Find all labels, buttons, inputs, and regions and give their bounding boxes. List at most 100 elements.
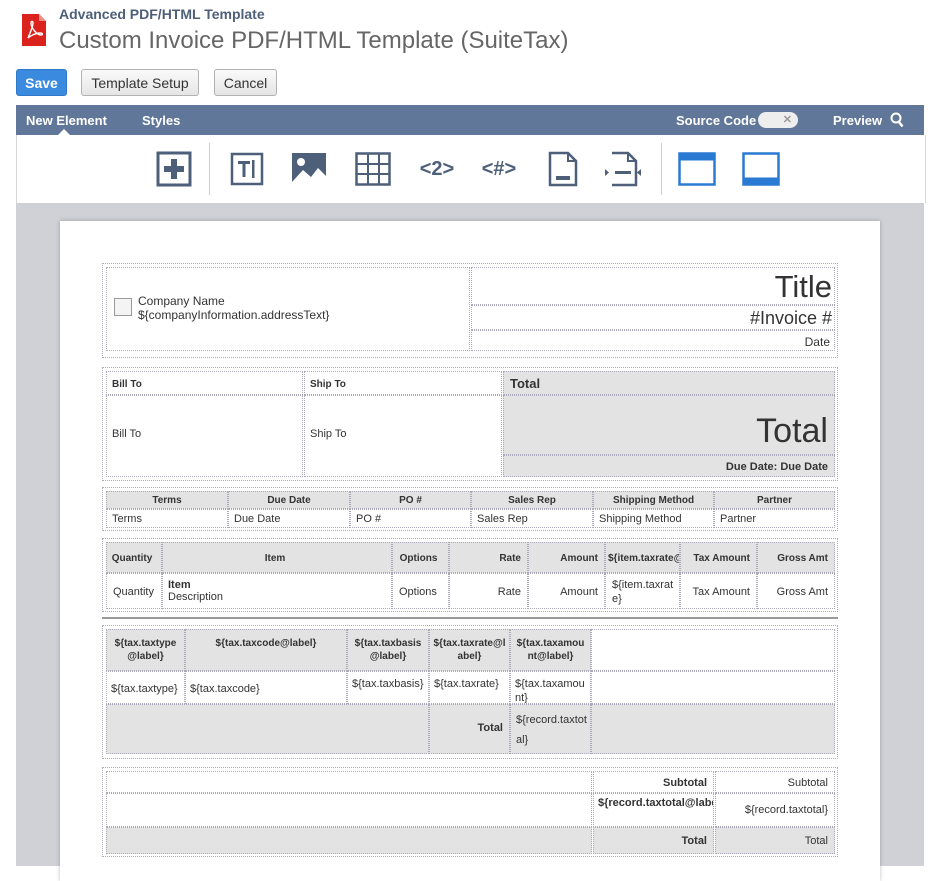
- taxtotal-value: ${record.taxtotal}: [715, 793, 835, 827]
- bill-to-value: Bill To: [106, 395, 303, 477]
- page-footer-icon[interactable]: [545, 151, 581, 187]
- ship-to-value: Ship To: [304, 395, 502, 477]
- ship-to-header: Ship To: [304, 371, 502, 395]
- items-value-cell: Quantity: [106, 573, 162, 609]
- subtotal-value: Subtotal: [715, 771, 835, 793]
- preview-link[interactable]: Preview: [833, 113, 882, 128]
- summary-table[interactable]: Subtotal Subtotal ${record.taxtotal@labe…: [102, 767, 838, 857]
- toolbar-separator: [209, 143, 210, 195]
- tab-styles[interactable]: Styles: [142, 113, 180, 128]
- terms-value-cell: Terms: [106, 509, 228, 528]
- summary-spacer: [106, 827, 592, 854]
- items-header-cell: ${item.taxrate@label}: [605, 542, 680, 573]
- subtotal-label: Subtotal: [593, 771, 714, 793]
- item-description: Description: [168, 591, 224, 603]
- summary-spacer: [106, 793, 592, 827]
- element-toolbar: <2> <#>: [16, 135, 926, 203]
- taxtotal-label: ${record.taxtotal@label}: [593, 793, 714, 827]
- divider-line: [102, 617, 838, 619]
- save-button[interactable]: Save: [16, 69, 67, 96]
- items-value-cell: Tax Amount: [680, 573, 757, 609]
- header-block[interactable]: Company Name ${companyInformation.addres…: [102, 263, 838, 358]
- items-header-cell: Item: [162, 542, 392, 573]
- image-icon[interactable]: [289, 151, 329, 187]
- page-break-icon[interactable]: [601, 151, 645, 187]
- tax-value-cell: ${tax.taxrate}: [429, 671, 510, 704]
- company-name: Company Name: [138, 294, 225, 308]
- bill-to-header: Bill To: [106, 371, 303, 395]
- tax-spacer: [591, 671, 835, 704]
- tax-total-label: Total: [429, 704, 510, 754]
- text-icon[interactable]: [227, 151, 267, 187]
- terms-value-cell: Sales Rep: [471, 509, 593, 528]
- document-page: Company Name ${companyInformation.addres…: [60, 221, 880, 881]
- total-header: Total: [503, 371, 835, 395]
- terms-value-cell: Due Date: [228, 509, 350, 528]
- items-value-cell: Gross Amt: [757, 573, 835, 609]
- logo-placeholder-icon: [114, 298, 132, 316]
- tab-new-element[interactable]: New Element: [26, 113, 107, 128]
- terms-table[interactable]: Terms Terms Due Date Due Date PO # PO # Sales …: [102, 487, 838, 531]
- total-label: Total: [593, 827, 714, 854]
- add-element-icon[interactable]: [154, 151, 194, 187]
- items-header-cell: Amount: [528, 542, 605, 573]
- terms-value-cell: PO #: [350, 509, 471, 528]
- terms-value-cell: Shipping Method: [593, 509, 714, 528]
- summary-spacer: [106, 771, 592, 793]
- tax-table[interactable]: ${tax.taxtype@label} ${tax.taxtype} ${tax.…: [102, 625, 838, 759]
- template-setup-button[interactable]: Template Setup: [81, 69, 199, 96]
- editor-tab-bar: New Element Styles Source Code Preview: [16, 105, 924, 135]
- breadcrumb[interactable]: Advanced PDF/HTML Template: [59, 6, 265, 22]
- tax-total-value: ${record.taxtotal}: [510, 704, 591, 754]
- source-code-label: Source Code: [676, 113, 757, 128]
- doc-title: Title: [471, 267, 835, 305]
- terms-value-cell: Partner: [714, 509, 835, 528]
- items-header-cell: Gross Amt: [757, 542, 835, 573]
- item-cell: Item Description: [162, 573, 392, 609]
- source-code-toggle[interactable]: [758, 112, 798, 128]
- items-header-cell: Quantity: [106, 542, 162, 573]
- hash-field-icon[interactable]: <#>: [475, 151, 523, 187]
- template-canvas: Company Name ${companyInformation.addres…: [16, 203, 924, 881]
- magnifier-icon[interactable]: [890, 112, 904, 128]
- tax-header-cell: ${tax.taxtype@label}: [106, 629, 185, 671]
- items-value-cell: Options: [392, 573, 449, 609]
- terms-header-cell: Sales Rep: [471, 491, 593, 509]
- number-field-icon[interactable]: <2>: [413, 151, 461, 187]
- invoice-number: #Invoice #: [471, 305, 835, 330]
- items-header-cell: Options: [392, 542, 449, 573]
- table-icon[interactable]: [353, 151, 393, 187]
- tax-spacer: [591, 629, 835, 671]
- tax-header-cell: ${tax.taxcode@label}: [185, 629, 347, 671]
- company-cell[interactable]: Company Name ${companyInformation.addres…: [106, 267, 470, 351]
- tax-value-cell: ${tax.taxtype}: [106, 671, 185, 704]
- terms-header-cell: Due Date: [228, 491, 350, 509]
- terms-header-cell: Shipping Method: [593, 491, 714, 509]
- item-name: Item: [168, 579, 191, 591]
- terms-header-cell: PO #: [350, 491, 471, 509]
- pdf-icon: [22, 14, 46, 46]
- due-date: Due Date: Due Date: [503, 455, 835, 477]
- toolbar-separator: [661, 143, 662, 195]
- tax-spacer: [591, 704, 835, 754]
- page-title: Custom Invoice PDF/HTML Template (SuiteT…: [59, 27, 569, 54]
- tax-header-cell: ${tax.taxbasis@label}: [347, 629, 429, 671]
- items-header-cell: Rate: [449, 542, 528, 573]
- address-block[interactable]: Bill To Ship To Total Bill To Ship To To…: [102, 367, 838, 481]
- company-address: ${companyInformation.addressText}: [138, 308, 330, 322]
- items-header-cell: Tax Amount: [680, 542, 757, 573]
- items-value-cell: ${item.taxrate}: [605, 573, 680, 609]
- invoice-date: Date: [471, 330, 835, 351]
- terms-header-cell: Partner: [714, 491, 835, 509]
- header-layout-icon[interactable]: [677, 151, 717, 187]
- items-table[interactable]: Quantity Item Options Rate Amount ${item.taxr…: [102, 538, 838, 612]
- items-value-cell: Amount: [528, 573, 605, 609]
- page-header: Advanced PDF/HTML Template Custom Invoic…: [0, 0, 933, 100]
- footer-layout-icon[interactable]: [741, 151, 781, 187]
- cancel-button[interactable]: Cancel: [214, 69, 277, 96]
- tax-spacer: [106, 704, 429, 754]
- tax-header-cell: ${tax.taxrate@label}: [429, 629, 510, 671]
- tax-header-cell: ${tax.taxamount@label}: [510, 629, 591, 671]
- total-amount: Total: [503, 395, 835, 455]
- tax-value-cell: ${tax.taxbasis}: [347, 671, 429, 704]
